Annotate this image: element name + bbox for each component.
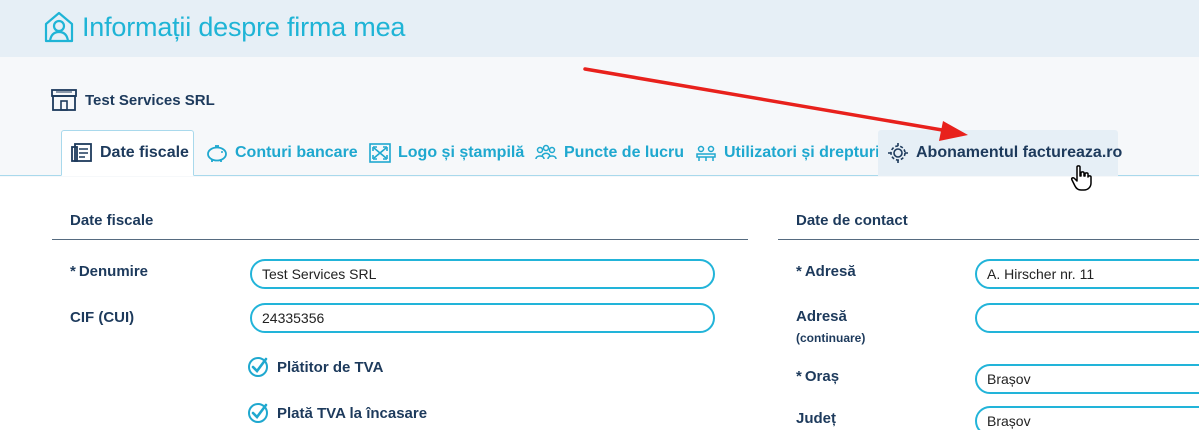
fiscal-section-title: Date fiscale	[70, 212, 154, 229]
company-name-field[interactable]: Test Services SRL	[250, 259, 715, 289]
checkmark-circle-icon	[248, 403, 268, 423]
tab-label: Puncte de lucru	[564, 144, 685, 161]
gear-icon	[888, 143, 908, 163]
name-label-text: Denumire	[78, 263, 149, 280]
expand-image-icon	[369, 143, 391, 163]
shop-icon	[51, 89, 77, 111]
contact-section-title: Date de contact	[796, 212, 908, 229]
checkmark-circle-icon	[248, 357, 268, 377]
city-field[interactable]: Brașov	[975, 364, 1199, 394]
vat-payer-checkbox[interactable]: Plătitor de TVA	[247, 356, 383, 378]
tab-label: Logo și ștampilă	[398, 144, 525, 161]
piggy-bank-icon	[207, 145, 227, 162]
city-label: * Oraș	[796, 368, 839, 385]
tab-label: Date fiscale	[100, 144, 189, 161]
address-label: * Adresă	[796, 263, 856, 280]
tab-label: Abonamentul factureaza.ro	[916, 144, 1123, 161]
county-label: Județ	[796, 410, 837, 427]
vat-cash-label: Plată TVA la încasare	[277, 404, 428, 422]
required-mark: *	[796, 263, 802, 280]
tab-puncte-de-lucru[interactable]: Puncte de lucru	[534, 130, 684, 176]
address2-field[interactable]	[975, 303, 1199, 333]
page-title: Informații despre firma mea	[82, 12, 406, 42]
address2-label: Adresă	[796, 308, 847, 325]
address-field[interactable]: A. Hirscher nr. 11	[975, 259, 1199, 289]
tab-label: Conturi bancare	[235, 144, 358, 161]
people-group-icon	[535, 144, 557, 160]
cif-label: CIF (CUI)	[70, 309, 135, 326]
vat-payer-label: Plătitor de TVA	[277, 358, 384, 376]
county-field[interactable]: Brașov	[975, 406, 1199, 430]
city-label-text: Oraș	[804, 368, 840, 385]
hand-cursor-icon	[1071, 165, 1092, 191]
tab-conturi-bancare[interactable]: Conturi bancare	[205, 130, 358, 176]
cif-field[interactable]: 24335356	[250, 303, 715, 333]
document-icon	[71, 143, 92, 162]
contact-section-divider	[778, 239, 1199, 240]
required-mark: *	[796, 368, 802, 385]
name-label: * Denumire	[70, 263, 148, 280]
tab-date-fiscale[interactable]: Date fiscale	[61, 130, 194, 176]
tab-label: Utilizatori și drepturi	[724, 144, 880, 161]
address2-sublabel: (continuare)	[796, 331, 866, 345]
tab-utilizatori-drepturi[interactable]: Utilizatori și drepturi	[694, 130, 880, 176]
users-table-icon	[696, 145, 716, 161]
fiscal-section-divider	[52, 239, 748, 240]
required-mark: *	[70, 263, 76, 280]
tab-logo-stampila[interactable]: Logo și ștampilă	[368, 130, 524, 176]
user-profile-icon	[44, 11, 74, 43]
address-label-text: Adresă	[804, 263, 856, 280]
company-name: Test Services SRL	[85, 92, 215, 109]
vat-cash-checkbox[interactable]: Plată TVA la încasare	[247, 402, 427, 424]
